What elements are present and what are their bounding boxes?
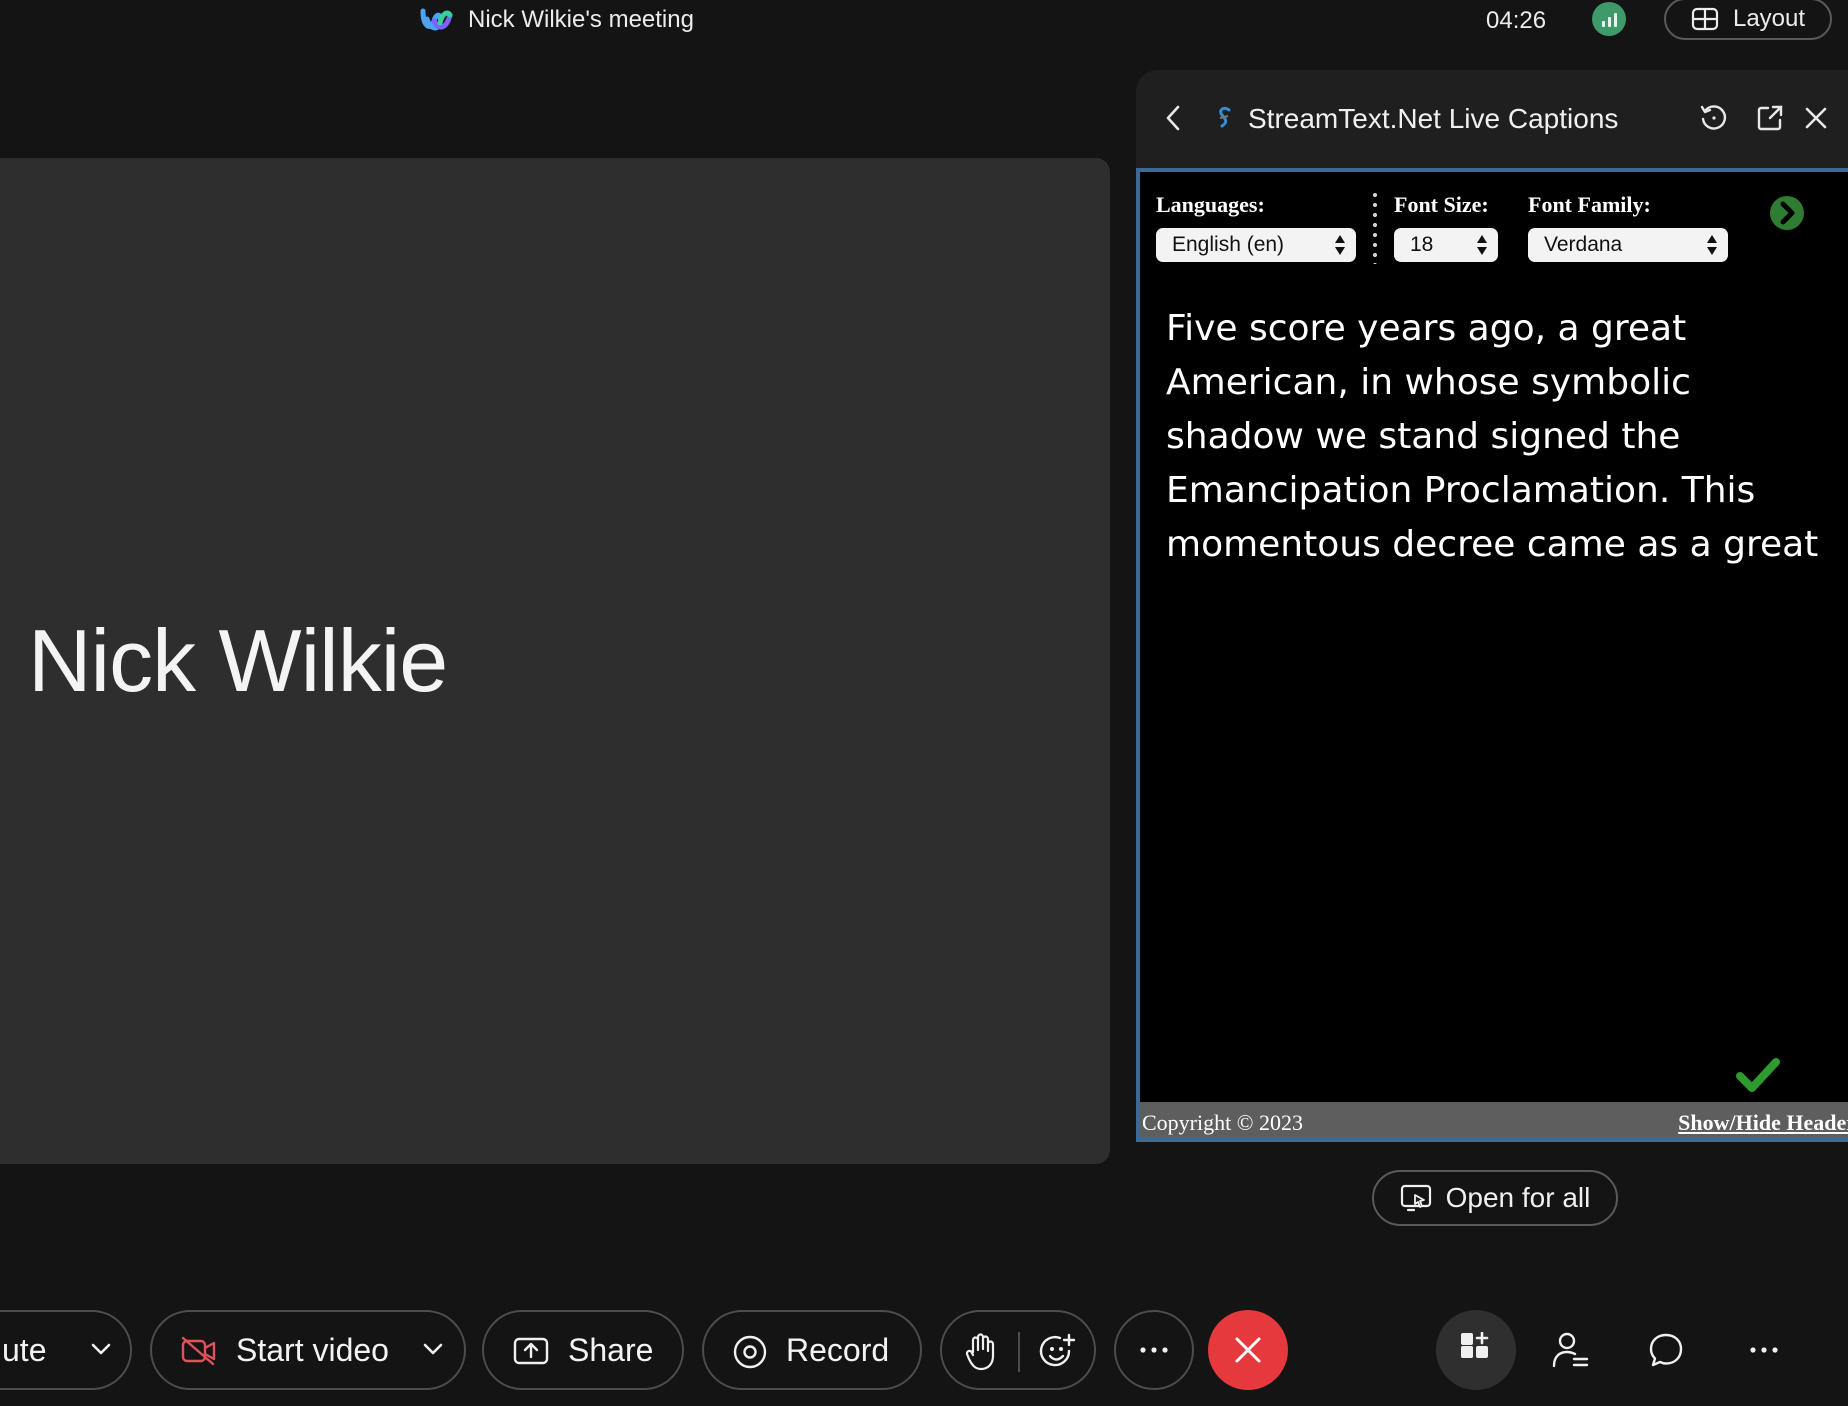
start-video-label: Start video	[236, 1331, 389, 1368]
toolbar-divider	[1018, 1332, 1020, 1372]
mute-button[interactable]: ute	[0, 1310, 132, 1390]
share-label: Share	[568, 1331, 654, 1368]
share-icon	[512, 1336, 550, 1366]
meeting-header: Nick Wilkie's meeting	[420, 6, 694, 34]
show-hide-header-link[interactable]: Show/Hide Header	[1678, 1110, 1848, 1136]
participant-name: Nick Wilkie	[28, 611, 448, 710]
signal-strength-icon[interactable]	[1592, 2, 1626, 36]
meeting-timer: 04:26	[1486, 7, 1547, 34]
record-icon	[732, 1334, 768, 1370]
chat-button[interactable]	[1626, 1310, 1706, 1390]
mute-button-label: ute	[2, 1331, 47, 1368]
participants-icon	[1550, 1330, 1590, 1370]
caption-text: Five score years ago, a great American, …	[1166, 308, 1819, 565]
record-label: Record	[786, 1331, 890, 1368]
reactions-icon[interactable]	[1038, 1332, 1078, 1372]
more-icon	[1749, 1346, 1779, 1354]
start-video-button[interactable]: Start video	[150, 1310, 466, 1390]
open-for-all-button[interactable]: Open for all	[1372, 1170, 1618, 1226]
go-arrow-icon[interactable]	[1768, 194, 1806, 232]
raise-hand-icon[interactable]	[964, 1332, 998, 1372]
select-arrows-icon	[1335, 235, 1345, 255]
open-for-all-label: Open for all	[1445, 1182, 1591, 1213]
close-icon[interactable]	[1798, 100, 1834, 136]
more-panels-button[interactable]	[1724, 1310, 1804, 1390]
end-call-button[interactable]	[1208, 1310, 1288, 1390]
webex-logo-icon	[420, 7, 454, 33]
checkmark-icon	[1736, 1058, 1780, 1094]
language-select-value: English (en)	[1172, 233, 1285, 256]
chevron-down-icon[interactable]	[422, 1338, 444, 1360]
font-family-label: Font Family:	[1528, 192, 1651, 217]
language-select[interactable]: English (en)	[1156, 228, 1356, 262]
streamtext-logo-icon	[1212, 102, 1236, 134]
popout-icon[interactable]	[1752, 100, 1788, 136]
top-bar: Nick Wilkie's meeting 04:26 Layout	[0, 0, 1848, 44]
captions-footer: Copyright © 2023 Show/Hide Header	[1140, 1102, 1848, 1138]
layout-grid-icon	[1691, 7, 1719, 31]
meeting-title: Nick Wilkie's meeting	[468, 6, 694, 33]
languages-label: Languages:	[1156, 192, 1265, 217]
participants-button[interactable]	[1530, 1310, 1610, 1390]
chat-icon	[1647, 1331, 1685, 1369]
select-arrows-icon	[1477, 235, 1487, 255]
captions-frame: Languages: English (en) Font Size: 18 Fo…	[1136, 168, 1848, 1142]
video-off-icon	[180, 1336, 218, 1366]
chevron-down-icon[interactable]	[90, 1338, 112, 1360]
hand-reactions-group	[940, 1310, 1096, 1390]
panel-title: StreamText.Net Live Captions	[1248, 103, 1619, 134]
refresh-icon[interactable]	[1696, 100, 1732, 136]
copyright-text: Copyright © 2023	[1142, 1110, 1303, 1135]
end-call-icon	[1233, 1335, 1263, 1365]
layout-button[interactable]: Layout	[1664, 0, 1832, 40]
font-family-select[interactable]: Verdana	[1528, 228, 1728, 262]
layout-button-label: Layout	[1732, 5, 1806, 32]
more-options-button[interactable]	[1114, 1310, 1194, 1390]
apps-button[interactable]	[1436, 1310, 1516, 1390]
font-family-select-value: Verdana	[1544, 233, 1623, 256]
select-arrows-icon	[1707, 235, 1717, 255]
share-screen-icon	[1400, 1183, 1432, 1213]
apps-icon	[1458, 1332, 1494, 1368]
font-size-select[interactable]: 18	[1394, 228, 1498, 262]
record-button[interactable]: Record	[702, 1310, 922, 1390]
font-size-label: Font Size:	[1394, 192, 1489, 217]
share-button[interactable]: Share	[482, 1310, 684, 1390]
header-divider[interactable]	[1372, 190, 1378, 264]
font-size-select-value: 18	[1410, 233, 1434, 256]
more-icon	[1139, 1346, 1169, 1354]
back-chevron-icon[interactable]	[1158, 100, 1188, 136]
